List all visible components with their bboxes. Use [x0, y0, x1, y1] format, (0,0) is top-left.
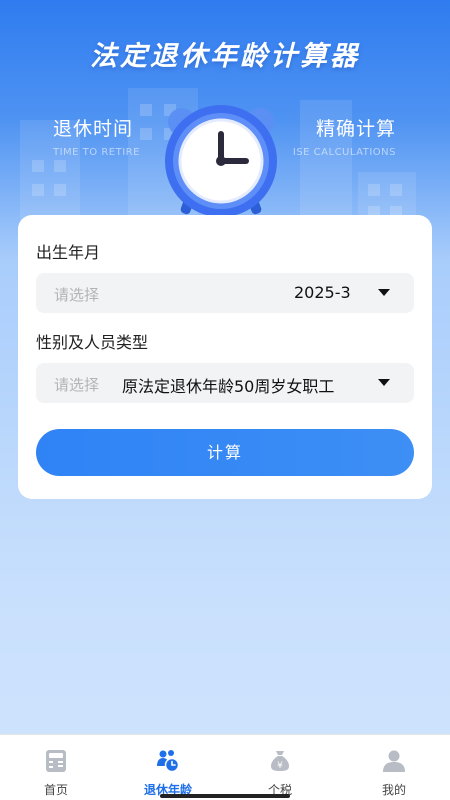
- page-title: 法定退休年龄计算器: [90, 41, 360, 72]
- calculator-icon: [46, 750, 66, 772]
- tab-retirement-age[interactable]: 退休年龄: [112, 735, 224, 800]
- tab-income-tax[interactable]: ¥ 个税: [224, 735, 336, 800]
- category-placeholder: 请选择: [54, 376, 100, 394]
- money-bag-icon: ¥: [271, 751, 289, 771]
- category-select[interactable]: 请选择 原法定退休年龄50周岁女职工: [36, 363, 414, 403]
- birth-date-value: 2025-3: [294, 283, 351, 302]
- tab-profile[interactable]: 我的: [338, 735, 450, 800]
- precise-calc-sublabel: ISE CALCULATIONS: [292, 147, 396, 158]
- home-indicator: [160, 794, 290, 798]
- retirement-people-icon: [157, 750, 180, 773]
- category-label: 性别及人员类型: [36, 333, 149, 352]
- retire-time-label: 退休时间: [53, 118, 134, 140]
- bottom-tab-bar: 首页 退休年龄 ¥ 个税 我的: [0, 734, 450, 800]
- tab-profile-label: 我的: [381, 783, 406, 797]
- tab-home-label: 首页: [43, 783, 68, 797]
- svg-text:¥: ¥: [277, 761, 283, 771]
- birth-date-select[interactable]: 请选择 2025-3: [36, 273, 414, 313]
- birth-date-placeholder: 请选择: [54, 286, 100, 304]
- precise-calc-label: 精确计算: [315, 118, 396, 140]
- chevron-down-icon: [378, 289, 390, 296]
- category-value: 原法定退休年龄50周岁女职工: [122, 377, 335, 396]
- precise-calc-tag: 精确计算 ISE CALCULATIONS: [270, 114, 396, 158]
- tab-home[interactable]: 首页: [0, 735, 112, 800]
- calculator-form-card: 出生年月 请选择 2025-3 性别及人员类型 请选择 原法定退休年龄50周岁女…: [18, 215, 432, 499]
- birth-date-label: 出生年月: [36, 243, 101, 262]
- header-banner: 法定退休年龄计算器 退休时间 TIME TO RETIRE 精确计算 ISE C…: [0, 0, 450, 240]
- retire-time-tag: 退休时间 TIME TO RETIRE: [53, 114, 140, 158]
- alarm-clock-icon: [160, 98, 282, 220]
- user-icon: [383, 750, 405, 772]
- calculate-button[interactable]: 计算: [36, 429, 414, 476]
- retire-time-sublabel: TIME TO RETIRE: [53, 147, 140, 158]
- chevron-down-icon: [378, 379, 390, 386]
